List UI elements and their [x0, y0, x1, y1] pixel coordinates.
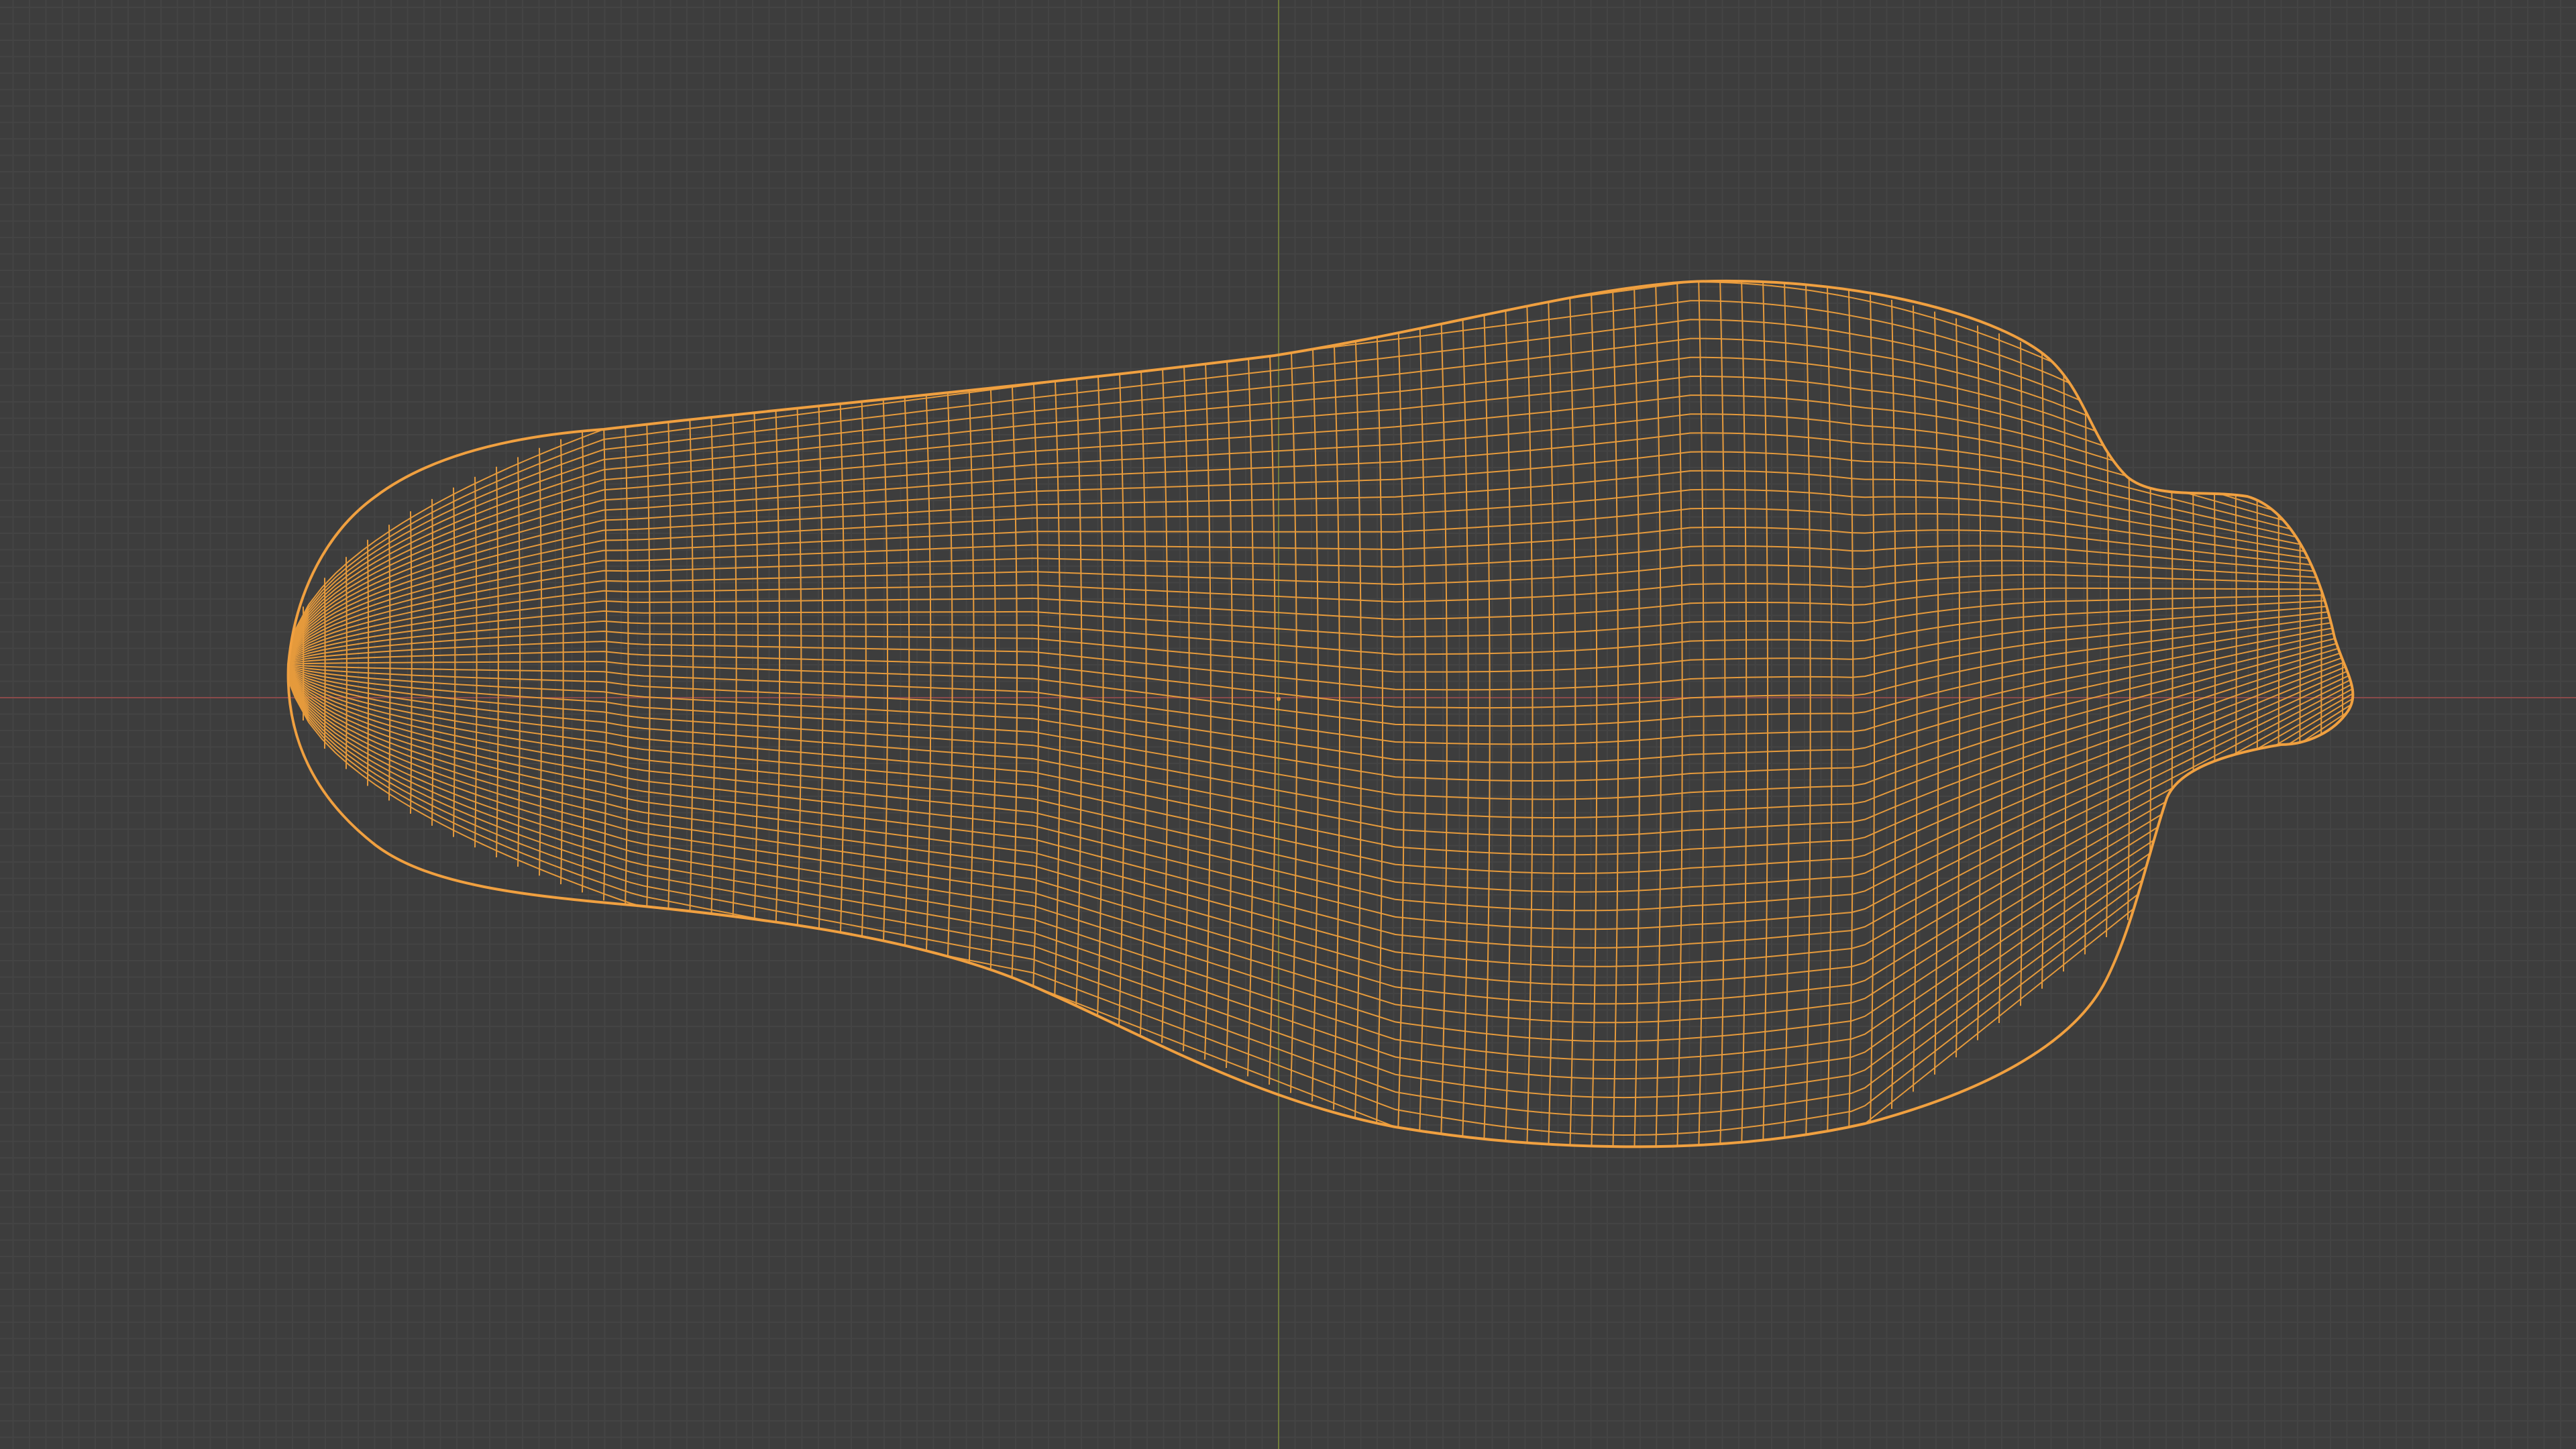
mesh-edge-loop: [288, 627, 2353, 763]
mesh-edge-loop: [288, 356, 2353, 665]
mesh-edge-loop: [288, 375, 2353, 665]
mesh-edges: [288, 280, 2353, 1147]
mesh-edge-loop: [288, 663, 2353, 1080]
3d-viewport[interactable]: [0, 0, 2576, 1449]
wireframe-mesh-object[interactable]: [282, 275, 2361, 1161]
mesh-edge-loop: [288, 622, 2353, 745]
mesh-edge-loop: [288, 663, 2353, 949]
mesh-edge-loop: [288, 470, 2353, 665]
mesh-edge-loop: [288, 488, 2353, 665]
mesh-edge-loop: [288, 545, 2353, 665]
object-origin-dot: [1277, 697, 1281, 701]
viewport-canvas[interactable]: [0, 0, 2576, 1449]
mesh-edge-loop: [288, 394, 2353, 665]
mesh-edge-loop: [288, 663, 2353, 1099]
mesh-edge-loop: [288, 593, 2353, 665]
mesh-edge-loop: [288, 663, 2353, 1024]
mesh-edge-ring: [345, 557, 347, 769]
mesh-edge-ring: [2320, 483, 2322, 766]
mesh-edge-loop: [288, 663, 2353, 986]
mesh-edge-loop: [288, 612, 2353, 709]
